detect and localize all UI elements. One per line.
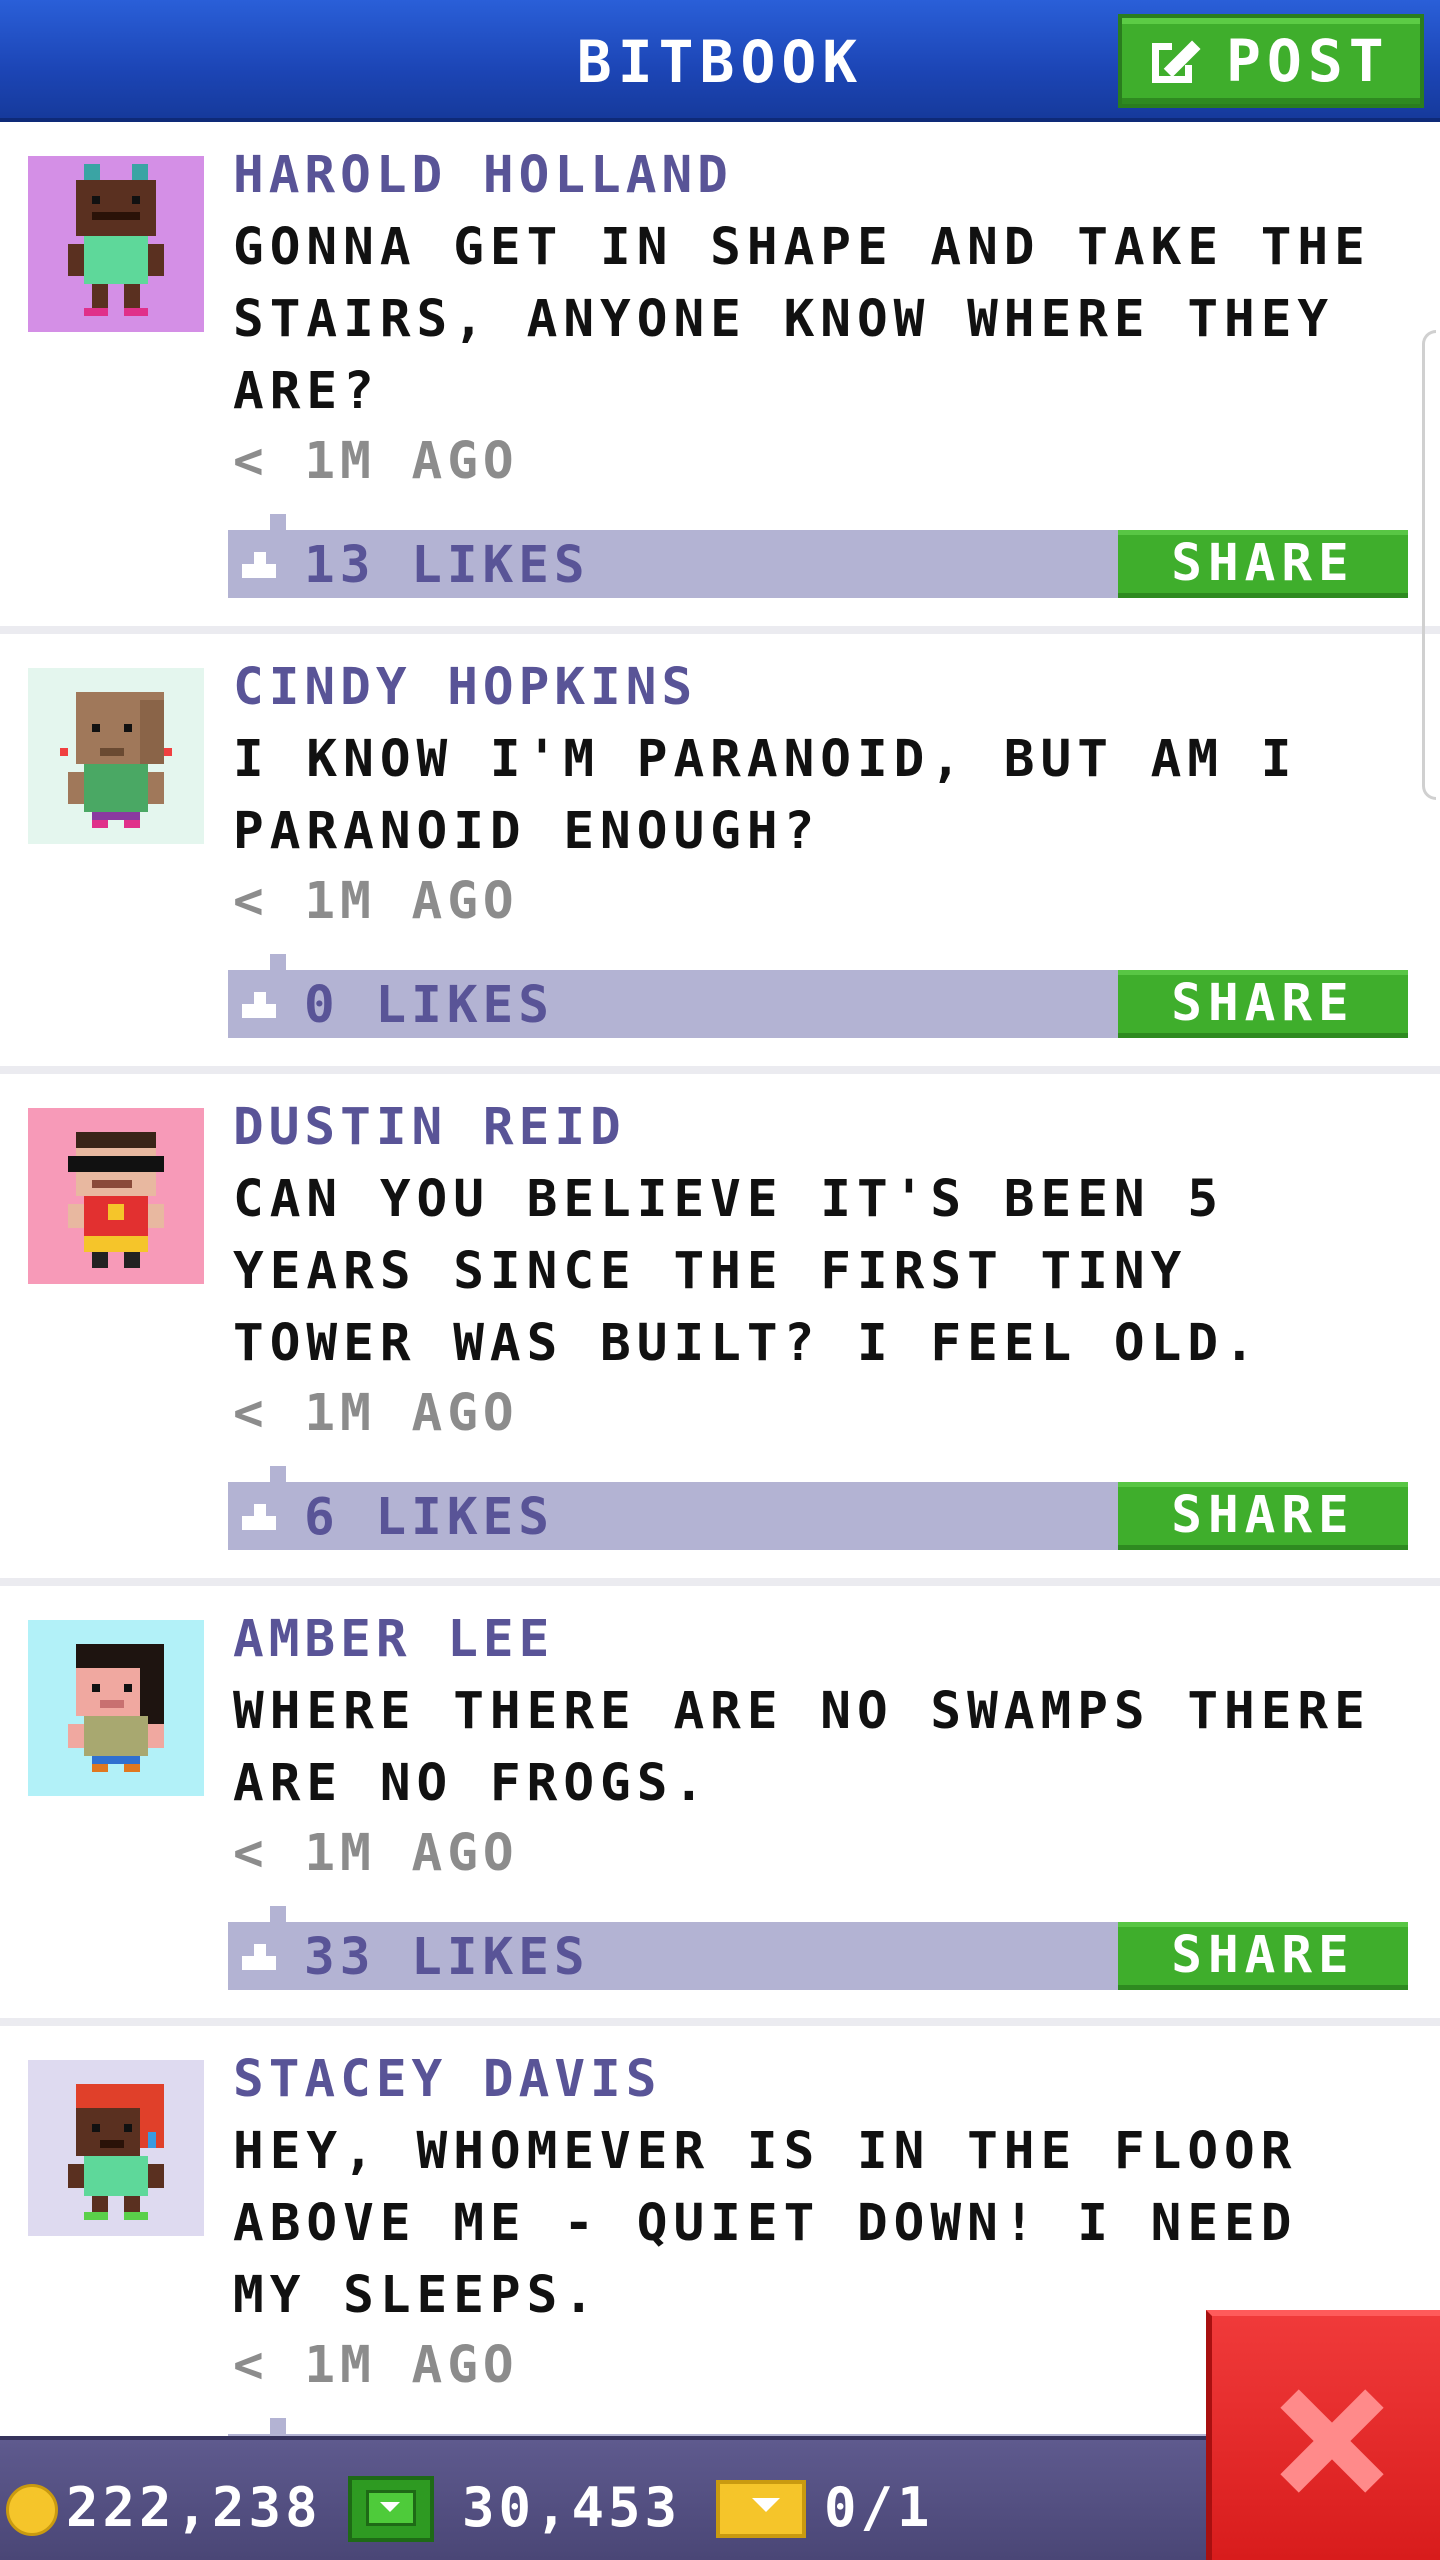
feed-post: AMBER LEE WHERE THERE ARE NO SWAMPS THER…	[0, 1586, 1440, 2026]
post-message: GONNA GET IN SHAPE AND TAKE THE STAIRS, …	[233, 218, 1371, 421]
bux-count: 30,453	[462, 2476, 682, 2539]
thumbs-up-icon[interactable]	[242, 1944, 276, 1970]
thumbs-up-icon[interactable]	[242, 1504, 276, 1530]
like-bar: 33 LIKES SHARE	[228, 1906, 1408, 1990]
post-message: I KNOW I'M PARANOID, BUT AM I PARANOID E…	[233, 730, 1298, 861]
avatar[interactable]	[28, 2060, 204, 2236]
post-message: CAN YOU BELIEVE IT'S BEEN 5 YEARS SINCE …	[233, 1170, 1261, 1373]
scrollbar[interactable]	[1422, 330, 1436, 800]
like-count: 6 LIKES	[304, 1488, 554, 1547]
edit-icon	[1152, 33, 1208, 89]
ticket-count: 0/1	[824, 2476, 934, 2539]
post-time: < 1M AGO	[233, 432, 519, 491]
share-button[interactable]: SHARE	[1118, 1482, 1408, 1550]
post-author[interactable]: STACEY DAVIS	[233, 2050, 661, 2109]
feed-post: HAROLD HOLLAND GONNA GET IN SHAPE AND TA…	[0, 122, 1440, 634]
avatar[interactable]	[28, 1620, 204, 1796]
post-time: < 1M AGO	[233, 872, 519, 931]
close-button[interactable]	[1206, 2310, 1440, 2560]
like-count: 33 LIKES	[304, 1928, 590, 1987]
share-button[interactable]: SHARE	[1118, 970, 1408, 1038]
post-time: < 1M AGO	[233, 2336, 519, 2395]
share-button[interactable]: SHARE	[1118, 530, 1408, 598]
post-message: WHERE THERE ARE NO SWAMPS THERE ARE NO F…	[233, 1682, 1371, 1813]
thumbs-up-icon[interactable]	[242, 992, 276, 1018]
like-bar: 13 LIKES SHARE	[228, 514, 1408, 598]
post-author[interactable]: AMBER LEE	[233, 1610, 554, 1669]
post-author[interactable]: DUSTIN REID	[233, 1098, 626, 1157]
feed-post: DUSTIN REID CAN YOU BELIEVE IT'S BEEN 5 …	[0, 1074, 1440, 1586]
ticket-icon	[716, 2480, 806, 2538]
post-button-label: POST	[1226, 27, 1390, 95]
avatar[interactable]	[28, 1108, 204, 1284]
post-time: < 1M AGO	[233, 1384, 519, 1443]
post-author[interactable]: CINDY HOPKINS	[233, 658, 697, 717]
post-author[interactable]: HAROLD HOLLAND	[233, 146, 733, 205]
post-button[interactable]: POST	[1118, 14, 1424, 108]
post-time: < 1M AGO	[233, 1824, 519, 1883]
avatar[interactable]	[28, 668, 204, 844]
thumbs-up-icon[interactable]	[242, 552, 276, 578]
like-bar: 0 LIKES SHARE	[228, 954, 1408, 1038]
coin-count: 222,238	[66, 2476, 322, 2539]
avatar[interactable]	[28, 156, 204, 332]
bux-icon	[348, 2476, 434, 2542]
feed-post: CINDY HOPKINS I KNOW I'M PARANOID, BUT A…	[0, 634, 1440, 1074]
share-button[interactable]: SHARE	[1118, 1922, 1408, 1990]
like-count: 13 LIKES	[304, 536, 590, 595]
like-count: 0 LIKES	[304, 976, 554, 1035]
post-message: HEY, WHOMEVER IS IN THE FLOOR ABOVE ME -…	[233, 2122, 1298, 2325]
app-header: BITBOOK POST	[0, 0, 1440, 122]
coin-icon	[6, 2484, 58, 2536]
like-bar: 6 LIKES SHARE	[228, 1466, 1408, 1550]
